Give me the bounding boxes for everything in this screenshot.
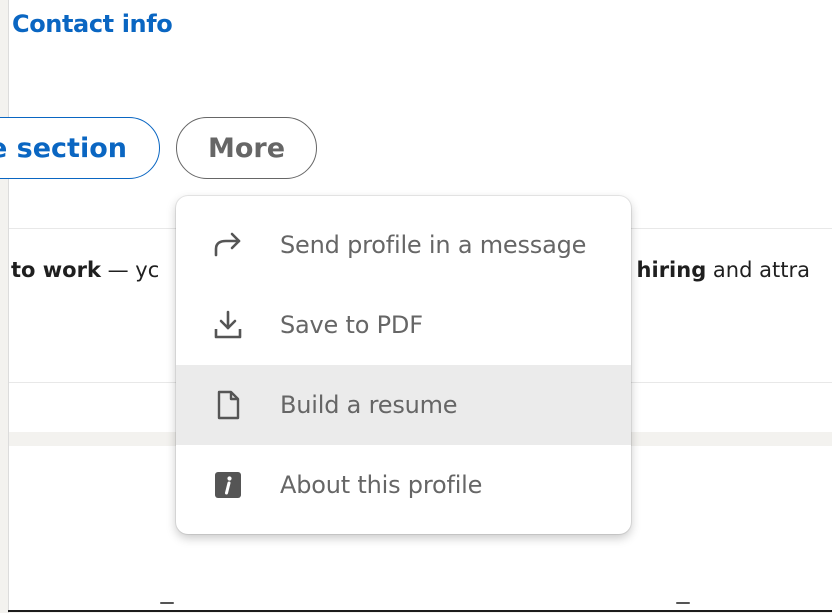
more-label: More	[207, 132, 286, 164]
bottom-border	[8, 610, 832, 612]
more-dropdown-menu: Send profile in a message Save to PDF Bu…	[176, 196, 631, 534]
add-section-label: e section	[0, 132, 127, 164]
download-icon	[176, 309, 280, 341]
hiring-rest: and attra	[706, 258, 810, 282]
menu-item-label: About this profile	[280, 471, 483, 499]
add-profile-section-button[interactable]: e section	[0, 117, 160, 179]
hiring-text: e hiring and attra	[615, 258, 810, 282]
open-to-work-text: to work — yc	[11, 258, 159, 282]
menu-item-label: Send profile in a message	[280, 231, 587, 259]
open-to-work-bold: to work	[11, 258, 101, 282]
menu-item-about-profile[interactable]: About this profile	[176, 445, 631, 525]
share-arrow-icon	[176, 229, 280, 261]
menu-item-label: Save to PDF	[280, 311, 423, 339]
info-icon	[176, 469, 280, 501]
menu-item-build-resume[interactable]: Build a resume	[176, 365, 631, 445]
menu-item-save-pdf[interactable]: Save to PDF	[176, 285, 631, 365]
document-icon	[176, 389, 280, 421]
contact-info-link[interactable]: Contact info	[12, 10, 173, 38]
open-to-work-rest: — yc	[100, 258, 160, 282]
more-button[interactable]: More	[176, 117, 317, 179]
menu-item-label: Build a resume	[280, 391, 458, 419]
left-border	[8, 0, 9, 613]
scroll-mark	[676, 602, 690, 604]
scroll-mark	[160, 602, 174, 604]
menu-item-send-profile[interactable]: Send profile in a message	[176, 205, 631, 285]
